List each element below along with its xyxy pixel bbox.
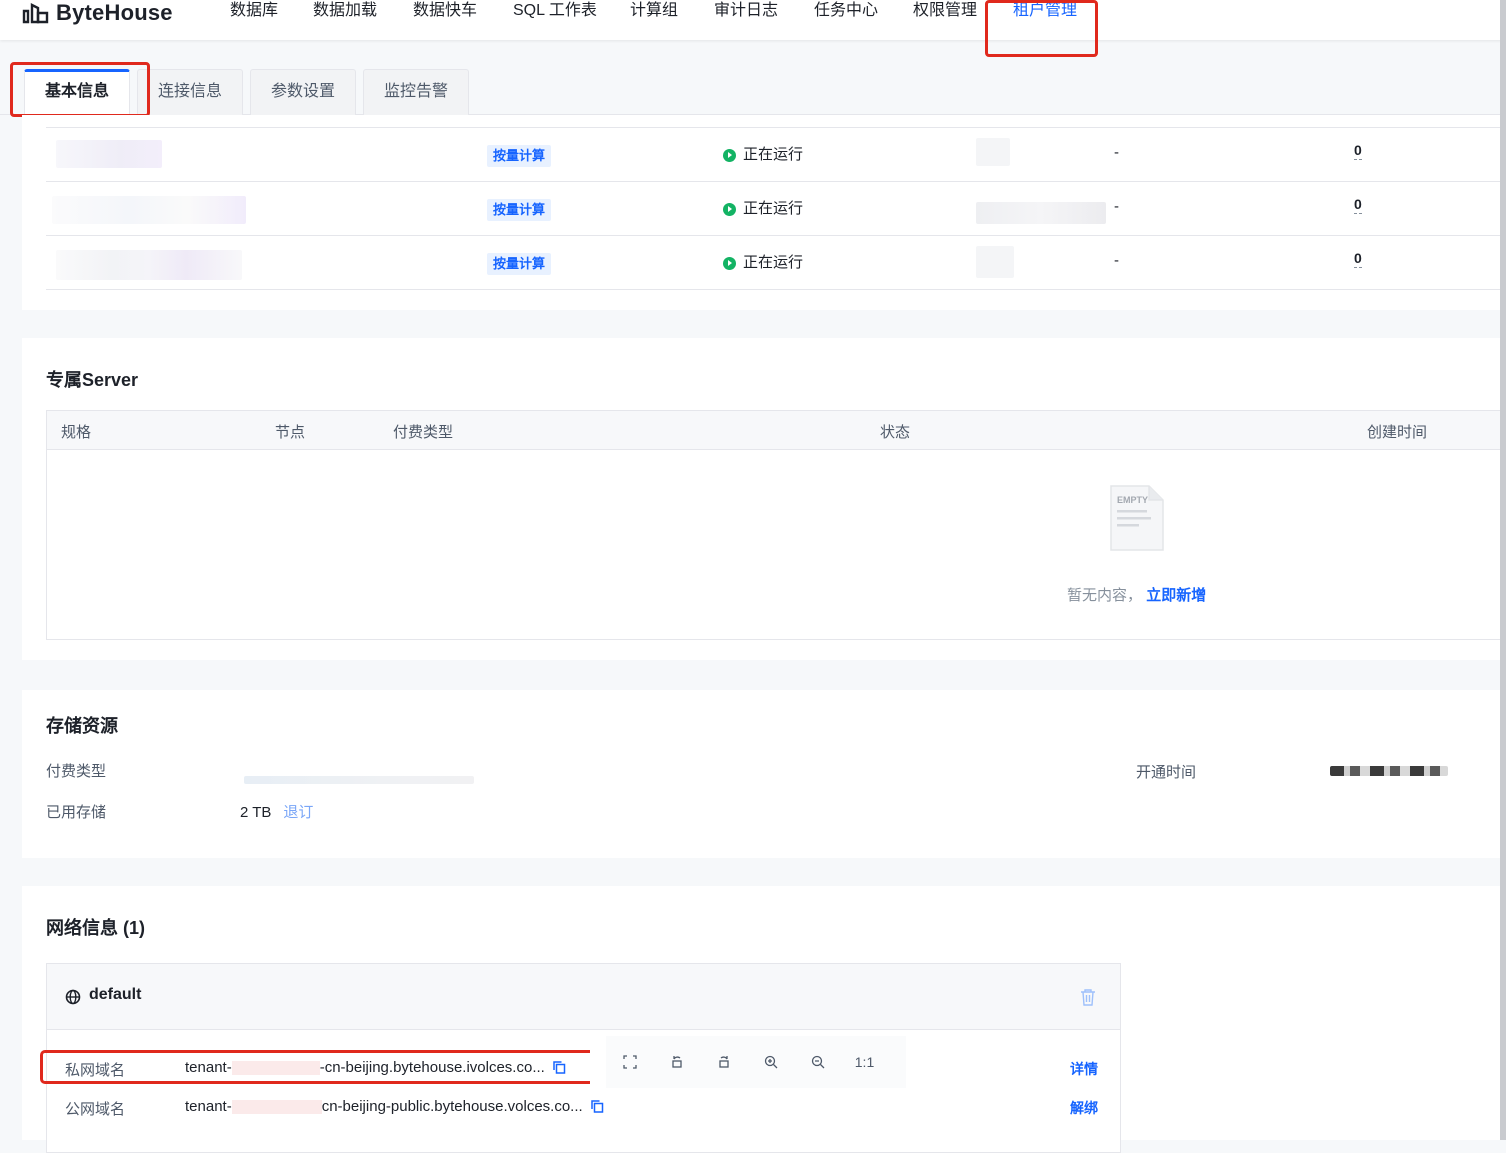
nav-item-compute-group[interactable]: 计算组 [630, 0, 678, 22]
used-storage-value: 2 TB 退订 [240, 804, 314, 821]
redacted-value [976, 246, 1014, 278]
bytehouse-logo-icon [22, 3, 49, 24]
server-table-header: 规格 节点 付费类型 状态 创建时间 [46, 410, 1506, 450]
storage-panel: 存储资源 付费类型 开通时间 已用存储 2 TB 退订 [22, 690, 1506, 858]
status-running: 正在运行 [723, 198, 803, 220]
rotate-left-icon[interactable] [653, 1055, 700, 1069]
count-value[interactable]: 0 [1354, 196, 1362, 214]
fullscreen-icon[interactable] [606, 1055, 653, 1069]
nav-item-data-express[interactable]: 数据快车 [413, 0, 477, 22]
table-row[interactable]: 按量计算 正在运行 - 0 [46, 182, 1506, 236]
nav-item-database[interactable]: 数据库 [230, 0, 278, 22]
nav-item-permissions[interactable]: 权限管理 [913, 0, 977, 22]
table-row[interactable]: 按量计算 正在运行 - 0 [46, 236, 1506, 290]
redacted-name [52, 196, 246, 224]
section-title-server: 专属Server [46, 370, 139, 390]
highlight-box-private-domain [40, 1050, 590, 1084]
highlight-box-basic-info-tab [10, 62, 150, 117]
top-navigation: ByteHouse 数据库 数据加载 数据快车 SQL 工作表 计算组 审计日志… [0, 0, 1506, 40]
highlight-box-tenant-nav [985, 0, 1098, 57]
nav-item-audit-log[interactable]: 审计日志 [714, 0, 778, 22]
status-running: 正在运行 [723, 144, 803, 166]
column-header-status: 状态 [880, 424, 911, 441]
redacted-open-time [1330, 766, 1448, 776]
network-card-header: default [47, 964, 1120, 1030]
billing-tag: 按量计算 [487, 253, 552, 275]
tab-parameter-settings[interactable]: 参数设置 [250, 69, 356, 115]
billing-tag: 按量计算 [487, 199, 552, 221]
count-value[interactable]: 0 [1354, 142, 1362, 160]
public-domain-row: 公网域名 tenant-cn-beijing-public.bytehouse.… [47, 1098, 1120, 1122]
trash-icon[interactable] [1080, 988, 1096, 1006]
nav-item-task-center[interactable]: 任务中心 [814, 0, 878, 22]
redacted-name [56, 250, 242, 280]
column-header-nodes: 节点 [275, 424, 306, 441]
logo[interactable]: ByteHouse [22, 0, 173, 26]
dedicated-server-panel: 专属Server 规格 节点 付费类型 状态 创建时间 EMPTY 暂无内容， … [22, 338, 1506, 660]
actual-size-button[interactable]: 1:1 [841, 1054, 888, 1070]
billing-tag: 按量计算 [487, 145, 552, 167]
zoom-in-icon[interactable] [747, 1055, 794, 1069]
zoom-out-icon[interactable] [794, 1055, 841, 1069]
copy-icon[interactable] [590, 1100, 604, 1113]
add-new-link[interactable]: 立即新增 [1146, 587, 1206, 604]
column-header-spec: 规格 [61, 424, 92, 441]
section-title-network: 网络信息 (1) [46, 918, 145, 938]
unbind-link[interactable]: 解绑 [1070, 1098, 1098, 1118]
running-icon [723, 256, 736, 270]
redacted-tenant-id [231, 1099, 322, 1114]
public-domain-label: 公网域名 [65, 1101, 126, 1118]
globe-icon [65, 989, 81, 1005]
running-icon [723, 202, 736, 216]
billing-type-label: 付费类型 [46, 763, 107, 780]
section-title-storage: 存储资源 [46, 716, 118, 736]
empty-value: - [1114, 144, 1119, 161]
compute-group-panel: 按量计算 正在运行 - 0 按量计算 正在运行 - 0 按量计算 正在运行 - … [22, 115, 1506, 310]
column-header-created: 创建时间 [1367, 424, 1428, 441]
public-domain-value: tenant-cn-beijing-public.bytehouse.volce… [185, 1098, 604, 1115]
empty-value: - [1114, 198, 1119, 215]
status-running: 正在运行 [723, 252, 803, 274]
column-header-billing: 付费类型 [393, 424, 454, 441]
used-storage-label: 已用存储 [46, 804, 107, 821]
network-panel: 网络信息 (1) default 私网域名 tenant- -cn-beijing… [22, 886, 1506, 1153]
open-time-label: 开通时间 [1136, 764, 1197, 781]
server-table-body: EMPTY 暂无内容， 立即新增 [46, 450, 1506, 640]
nav-item-sql-worksheet[interactable]: SQL 工作表 [513, 0, 597, 22]
nav-item-data-load[interactable]: 数据加载 [313, 0, 377, 22]
unsubscribe-link[interactable]: 退订 [283, 804, 313, 821]
empty-document-icon: EMPTY [1110, 485, 1164, 551]
redacted-name [56, 140, 162, 168]
empty-value: - [1114, 252, 1119, 269]
image-viewer-toolbar: 1:1 [606, 1036, 906, 1088]
count-value[interactable]: 0 [1354, 250, 1362, 268]
svg-text:EMPTY: EMPTY [1117, 495, 1148, 505]
empty-state-text: 暂无内容， 立即新增 [1067, 587, 1207, 604]
logo-text: ByteHouse [56, 0, 173, 25]
redacted-value [976, 202, 1106, 224]
redacted-billing-value [244, 776, 474, 784]
redacted-value [976, 138, 1010, 166]
tab-monitoring-alerts[interactable]: 监控告警 [363, 69, 469, 115]
details-link[interactable]: 详情 [1070, 1059, 1098, 1079]
page-scrollbar[interactable] [1500, 0, 1506, 1140]
running-icon [723, 148, 736, 162]
network-name: default [89, 986, 142, 1003]
rotate-right-icon[interactable] [700, 1055, 747, 1069]
table-row[interactable]: 按量计算 正在运行 - 0 [46, 128, 1506, 182]
tab-connection-info[interactable]: 连接信息 [137, 69, 243, 115]
